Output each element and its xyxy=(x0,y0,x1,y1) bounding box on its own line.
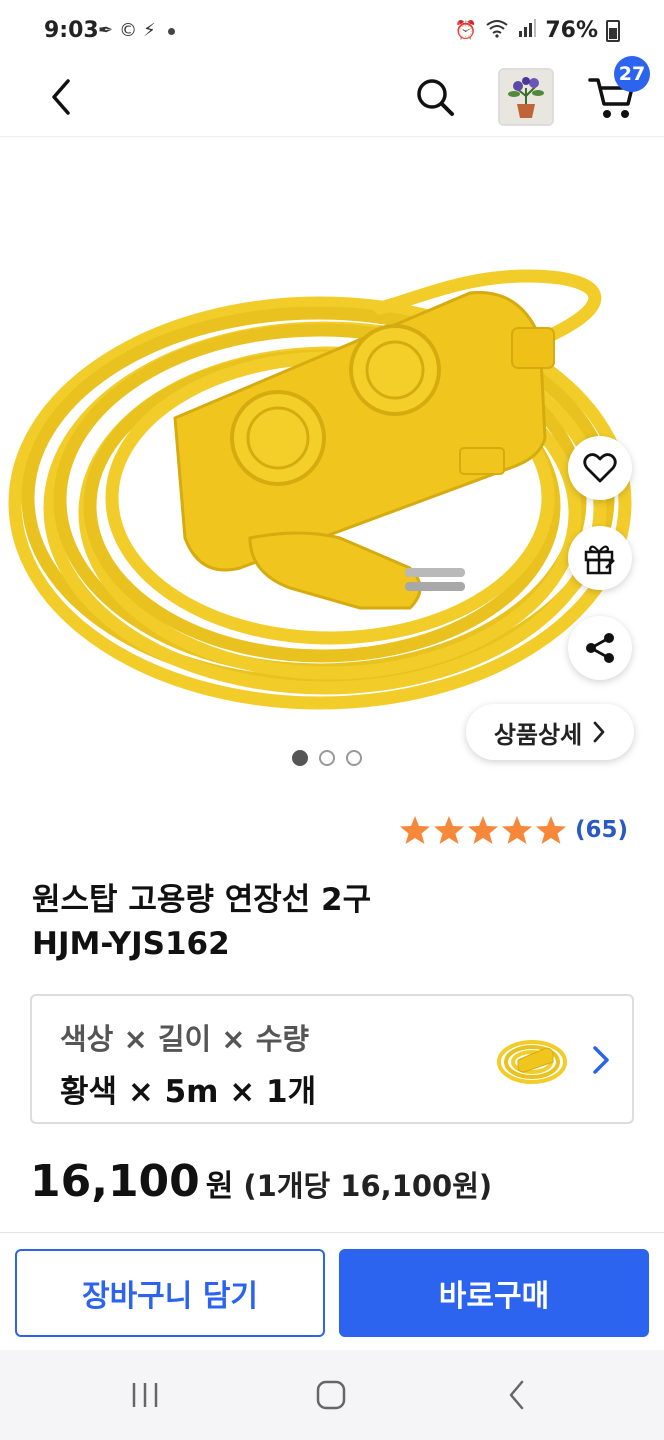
price-currency: 원 xyxy=(205,1169,234,1204)
app-notification-icon: ⚡ xyxy=(143,20,156,41)
app-header xyxy=(0,62,664,137)
review-count[interactable]: (65) xyxy=(575,817,628,843)
recent-view-thumbnail[interactable] xyxy=(498,68,554,126)
search-button[interactable] xyxy=(410,72,460,122)
buy-now-button[interactable]: 바로구매 xyxy=(339,1249,649,1337)
pen-notification-icon: ✒ xyxy=(98,20,114,41)
c-notification-icon: © xyxy=(119,20,138,41)
heart-icon xyxy=(583,453,617,483)
alarm-icon: ⏰ xyxy=(454,20,478,41)
option-label: 색상 × 길이 × 수량 xyxy=(60,1022,310,1056)
price-amount: 16,100 xyxy=(30,1156,200,1207)
product-title: 원스탑 고용량 연장선 2구 HJM-YJS162 xyxy=(32,878,632,966)
recent-apps-button[interactable] xyxy=(115,1370,175,1420)
add-to-cart-button[interactable]: 장바구니 담기 xyxy=(15,1249,325,1337)
pagination-dot[interactable] xyxy=(319,750,335,766)
extension-cord-image xyxy=(8,269,632,710)
cart-count-badge: 27 xyxy=(614,56,650,92)
back-icon xyxy=(509,1380,524,1410)
option-selector[interactable]: 색상 × 길이 × 수량 황색 × 5m × 1개 xyxy=(30,994,634,1124)
product-model: HJM-YJS162 xyxy=(32,926,230,962)
share-icon xyxy=(586,633,614,663)
bottom-action-bar: 장바구니 담기 바로구매 xyxy=(0,1232,664,1351)
star-icon xyxy=(467,816,498,844)
star-icon xyxy=(501,816,532,844)
chevron-right-icon xyxy=(593,1046,609,1074)
share-button[interactable] xyxy=(568,616,632,680)
gift-icon xyxy=(584,545,615,575)
battery-icon xyxy=(606,19,620,42)
star-icon xyxy=(433,816,464,844)
pagination-dot[interactable] xyxy=(346,750,362,766)
system-nav-bar xyxy=(0,1350,664,1440)
option-value: 황색 × 5m × 1개 xyxy=(60,1074,317,1110)
wifi-icon xyxy=(485,18,509,43)
system-back-button[interactable] xyxy=(487,1370,547,1420)
product-title-line: 원스탑 고용량 연장선 2구 xyxy=(32,882,372,918)
more-notifications-icon xyxy=(167,27,175,35)
pagination-dot[interactable] xyxy=(292,750,308,766)
product-detail-button[interactable]: 상품상세 xyxy=(466,704,634,760)
star-icon xyxy=(399,816,430,844)
price-per-unit: (1개당 16,100원) xyxy=(243,1169,493,1203)
signal-icon xyxy=(517,18,537,43)
product-detail-label: 상품상세 xyxy=(493,720,583,749)
status-time: 9:03 xyxy=(44,18,99,43)
option-thumbnail xyxy=(497,1040,567,1084)
search-icon xyxy=(417,79,454,116)
status-bar: 9:03 ✒ © ⚡ ⏰ 76% xyxy=(0,0,664,62)
home-icon xyxy=(316,1380,346,1410)
system-icons: ⏰ 76% xyxy=(455,18,620,43)
rating[interactable]: (65) xyxy=(399,814,628,846)
battery-percent: 76% xyxy=(545,18,598,43)
chevron-right-icon xyxy=(593,721,605,743)
gallery-pagination xyxy=(292,750,362,766)
product-image[interactable] xyxy=(0,138,664,778)
price: 16,100 원 (1개당 16,100원) xyxy=(30,1156,492,1207)
flower-pot-image xyxy=(500,70,552,124)
wishlist-button[interactable] xyxy=(568,436,632,500)
recent-apps-icon xyxy=(132,1383,158,1407)
gift-button[interactable] xyxy=(568,526,632,590)
home-button[interactable] xyxy=(301,1370,361,1420)
star-icon xyxy=(535,816,566,844)
notification-icons: ✒ © ⚡ xyxy=(98,20,175,42)
chevron-left-icon xyxy=(52,79,70,115)
back-button[interactable] xyxy=(36,72,86,122)
